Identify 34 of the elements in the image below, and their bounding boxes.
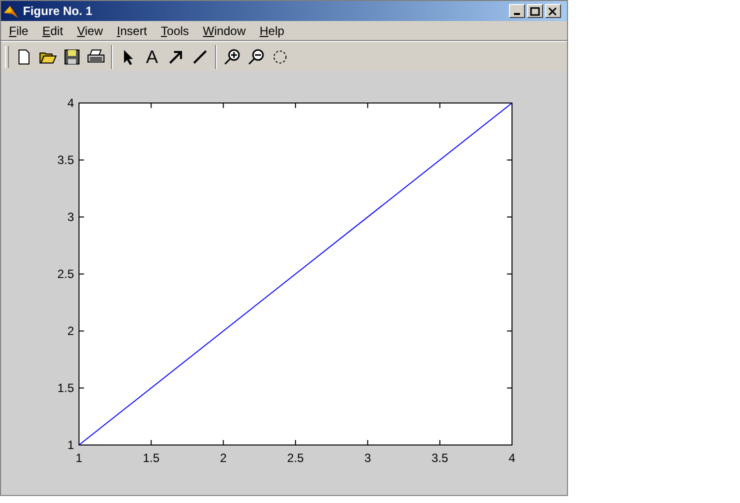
x-tick-label: 3 [364,451,371,465]
y-tick-label: 2 [67,324,74,338]
close-button[interactable] [545,4,561,18]
y-tick-label: 2.5 [57,267,74,281]
menu-item[interactable]: View [77,22,103,40]
menu-item[interactable]: Edit [42,22,64,40]
zoom-in-icon[interactable] [223,48,241,66]
menu-item[interactable]: Help [260,22,284,40]
menu-item[interactable]: Insert [116,22,147,40]
printer-icon[interactable] [87,48,105,66]
x-tick-label: 1.5 [142,451,160,465]
maximize-button[interactable] [527,4,543,18]
text-tool-button[interactable]: A [143,48,161,66]
maximize-icon [530,6,540,16]
x-tick-label: 4 [508,451,516,465]
window-title: Figure No. 1 [23,3,92,20]
x-tick-label: 2.5 [287,451,304,465]
menu-item[interactable]: Tools [160,22,189,40]
y-tick-label: 1.5 [57,381,74,395]
x-tick-label: 3.5 [432,451,448,465]
minimize-icon [514,12,520,14]
y-tick-label: 4 [67,96,74,110]
close-icon [548,6,558,16]
zoom-out-icon[interactable] [247,48,265,66]
y-tick-label: 1 [67,438,74,452]
line-icon[interactable] [191,48,209,66]
menu-item[interactable]: Window [202,22,246,40]
menu-item[interactable]: File [9,22,28,40]
minimize-button[interactable] [509,4,525,18]
rotate-icon[interactable] [271,48,289,66]
x-tick-label: 2 [220,451,227,465]
y-tick-label: 3 [67,210,74,224]
y-tick-label: 3.5 [57,153,74,167]
x-tick-label: 1 [76,451,82,465]
